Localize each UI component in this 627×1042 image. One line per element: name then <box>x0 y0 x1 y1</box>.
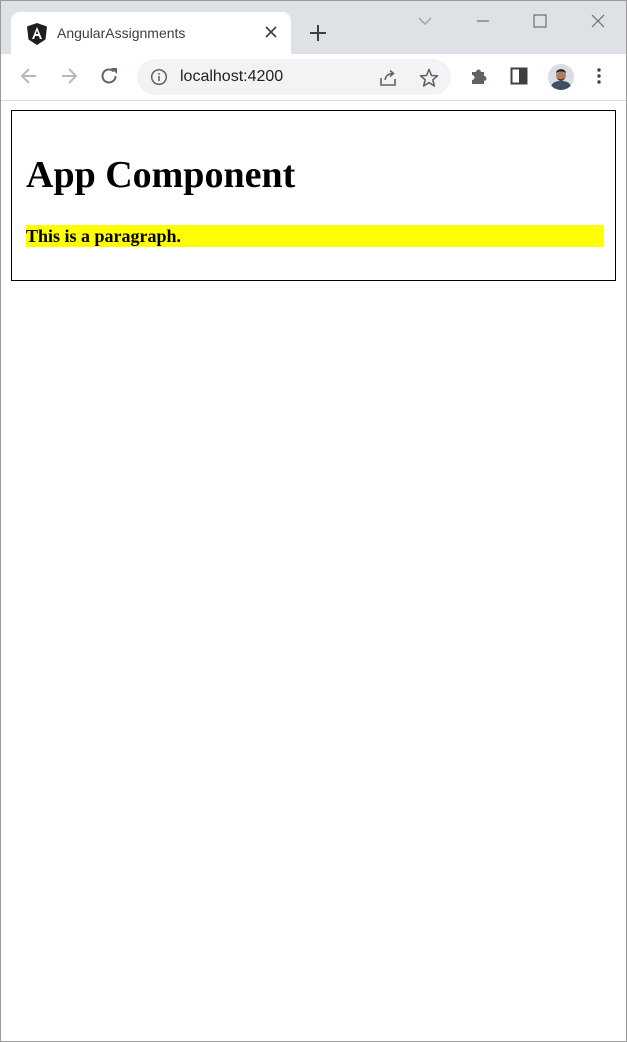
info-icon[interactable] <box>150 68 168 86</box>
share-icon[interactable] <box>377 67 399 89</box>
page-title: App Component <box>26 154 296 196</box>
browser-window: AngularAssignments localhost:4200 App Co… <box>0 0 627 1042</box>
highlighted-paragraph: This is a paragraph. <box>26 225 604 247</box>
app-component-container: App Component This is a paragraph. <box>11 110 616 281</box>
url-text[interactable]: localhost:4200 <box>180 68 283 86</box>
bookmark-star-icon[interactable] <box>418 67 440 89</box>
active-tab[interactable]: AngularAssignments <box>11 12 291 54</box>
extensions-puzzle-icon[interactable] <box>468 65 490 87</box>
close-icon[interactable] <box>263 24 279 40</box>
reload-icon[interactable] <box>98 65 120 87</box>
minimize-icon[interactable] <box>471 9 495 33</box>
tab-search-chevron-icon[interactable] <box>413 9 437 33</box>
tab-strip: AngularAssignments <box>1 1 626 54</box>
address-bar[interactable]: localhost:4200 <box>137 59 451 95</box>
angular-logo-icon <box>27 23 47 45</box>
maximize-icon[interactable] <box>528 9 552 33</box>
new-tab-button[interactable] <box>306 21 330 45</box>
back-arrow-icon[interactable] <box>18 65 40 87</box>
page-viewport: App Component This is a paragraph. <box>1 101 626 1041</box>
browser-toolbar: localhost:4200 <box>1 54 626 101</box>
tab-title: AngularAssignments <box>57 25 186 41</box>
more-menu-icon[interactable] <box>588 65 610 87</box>
side-panel-icon[interactable] <box>508 65 530 87</box>
forward-arrow-icon[interactable] <box>58 65 80 87</box>
close-window-icon[interactable] <box>586 9 610 33</box>
avatar[interactable] <box>548 64 574 90</box>
